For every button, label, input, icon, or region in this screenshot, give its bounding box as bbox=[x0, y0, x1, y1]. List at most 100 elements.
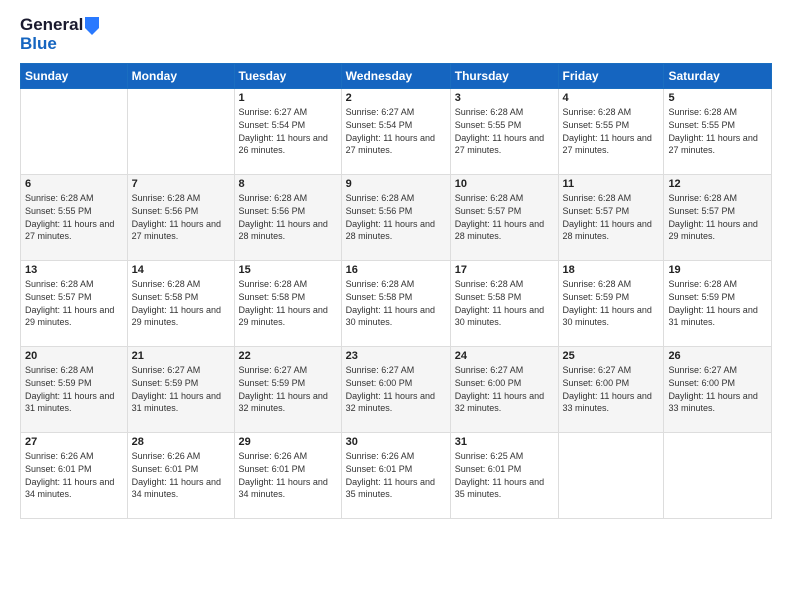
day-cell: 25 Sunrise: 6:27 AM Sunset: 6:00 PM Dayli… bbox=[558, 347, 664, 433]
day-cell: 29Sunrise: 6:26 AM Sunset: 6:01 PM Dayli… bbox=[234, 433, 341, 519]
day-cell bbox=[21, 89, 128, 175]
day-info: Sunrise: 6:28 AM Sunset: 5:55 PM Dayligh… bbox=[25, 192, 123, 242]
day-info: Sunrise: 6:28 AM Sunset: 5:56 PM Dayligh… bbox=[132, 192, 230, 242]
day-info: Sunrise: 6:28 AM Sunset: 5:59 PM Dayligh… bbox=[668, 278, 767, 328]
day-number: 26 bbox=[668, 350, 767, 362]
day-cell: 1 Sunrise: 6:27 AM Sunset: 5:54 PM Daylig… bbox=[234, 89, 341, 175]
day-cell bbox=[664, 433, 772, 519]
day-info: Sunrise: 6:27 AM Sunset: 5:54 PM Dayligh… bbox=[239, 106, 337, 156]
day-cell: 11 Sunrise: 6:28 AM Sunset: 5:57 PM Dayli… bbox=[558, 175, 664, 261]
day-cell: 10 Sunrise: 6:28 AM Sunset: 5:57 PM Dayli… bbox=[450, 175, 558, 261]
day-number: 2 bbox=[346, 92, 446, 104]
day-number: 13 bbox=[25, 264, 123, 276]
day-info: Sunrise: 6:27 AM Sunset: 6:00 PM Dayligh… bbox=[346, 364, 446, 414]
day-number: 22 bbox=[239, 350, 337, 362]
logo: General Blue bbox=[20, 16, 99, 53]
day-number: 31 bbox=[455, 436, 554, 448]
day-cell: 6Sunrise: 6:28 AM Sunset: 5:55 PM Daylig… bbox=[21, 175, 128, 261]
day-cell: 9 Sunrise: 6:28 AM Sunset: 5:56 PM Daylig… bbox=[341, 175, 450, 261]
day-info: Sunrise: 6:26 AM Sunset: 6:01 PM Dayligh… bbox=[132, 450, 230, 500]
day-info: Sunrise: 6:28 AM Sunset: 5:58 PM Dayligh… bbox=[346, 278, 446, 328]
logo-text-block: General Blue bbox=[20, 16, 99, 53]
logo-line2: Blue bbox=[20, 35, 99, 54]
day-info: Sunrise: 6:27 AM Sunset: 6:00 PM Dayligh… bbox=[668, 364, 767, 414]
day-number: 18 bbox=[563, 264, 660, 276]
day-number: 7 bbox=[132, 178, 230, 190]
day-cell: 12 Sunrise: 6:28 AM Sunset: 5:57 PM Dayli… bbox=[664, 175, 772, 261]
week-row-3: 13Sunrise: 6:28 AM Sunset: 5:57 PM Dayli… bbox=[21, 261, 772, 347]
day-info: Sunrise: 6:28 AM Sunset: 5:57 PM Dayligh… bbox=[668, 192, 767, 242]
day-number: 4 bbox=[563, 92, 660, 104]
day-info: Sunrise: 6:27 AM Sunset: 5:59 PM Dayligh… bbox=[132, 364, 230, 414]
day-number: 24 bbox=[455, 350, 554, 362]
day-cell: 4 Sunrise: 6:28 AM Sunset: 5:55 PM Daylig… bbox=[558, 89, 664, 175]
day-info: Sunrise: 6:28 AM Sunset: 5:55 PM Dayligh… bbox=[455, 106, 554, 156]
day-cell bbox=[127, 89, 234, 175]
day-info: Sunrise: 6:26 AM Sunset: 6:01 PM Dayligh… bbox=[25, 450, 123, 500]
week-row-4: 20 Sunrise: 6:28 AM Sunset: 5:59 PM Dayli… bbox=[21, 347, 772, 433]
logo-triangle-icon bbox=[85, 17, 99, 35]
day-info: Sunrise: 6:28 AM Sunset: 5:55 PM Dayligh… bbox=[563, 106, 660, 156]
col-header-sunday: Sunday bbox=[21, 64, 128, 89]
day-cell: 3Sunrise: 6:28 AM Sunset: 5:55 PM Daylig… bbox=[450, 89, 558, 175]
day-number: 10 bbox=[455, 178, 554, 190]
page: General Blue SundayMondayTuesdayWednesda… bbox=[0, 0, 792, 612]
day-info: Sunrise: 6:28 AM Sunset: 5:57 PM Dayligh… bbox=[563, 192, 660, 242]
day-cell: 31 Sunrise: 6:25 AM Sunset: 6:01 PM Dayli… bbox=[450, 433, 558, 519]
day-info: Sunrise: 6:27 AM Sunset: 5:54 PM Dayligh… bbox=[346, 106, 446, 156]
day-cell: 30Sunrise: 6:26 AM Sunset: 6:01 PM Dayli… bbox=[341, 433, 450, 519]
day-info: Sunrise: 6:28 AM Sunset: 5:59 PM Dayligh… bbox=[563, 278, 660, 328]
day-info: Sunrise: 6:27 AM Sunset: 6:00 PM Dayligh… bbox=[455, 364, 554, 414]
day-info: Sunrise: 6:28 AM Sunset: 5:57 PM Dayligh… bbox=[455, 192, 554, 242]
col-header-friday: Friday bbox=[558, 64, 664, 89]
day-cell: 13Sunrise: 6:28 AM Sunset: 5:57 PM Dayli… bbox=[21, 261, 128, 347]
day-info: Sunrise: 6:27 AM Sunset: 5:59 PM Dayligh… bbox=[239, 364, 337, 414]
day-info: Sunrise: 6:26 AM Sunset: 6:01 PM Dayligh… bbox=[239, 450, 337, 500]
col-header-tuesday: Tuesday bbox=[234, 64, 341, 89]
day-cell: 22 Sunrise: 6:27 AM Sunset: 5:59 PM Dayli… bbox=[234, 347, 341, 433]
day-number: 1 bbox=[239, 92, 337, 104]
day-cell: 7 Sunrise: 6:28 AM Sunset: 5:56 PM Daylig… bbox=[127, 175, 234, 261]
logo-content: General Blue bbox=[20, 16, 99, 53]
day-cell: 16Sunrise: 6:28 AM Sunset: 5:58 PM Dayli… bbox=[341, 261, 450, 347]
day-cell: 5 Sunrise: 6:28 AM Sunset: 5:55 PM Daylig… bbox=[664, 89, 772, 175]
col-header-monday: Monday bbox=[127, 64, 234, 89]
day-cell: 18 Sunrise: 6:28 AM Sunset: 5:59 PM Dayli… bbox=[558, 261, 664, 347]
day-number: 23 bbox=[346, 350, 446, 362]
day-number: 5 bbox=[668, 92, 767, 104]
week-row-1: 1 Sunrise: 6:27 AM Sunset: 5:54 PM Daylig… bbox=[21, 89, 772, 175]
day-number: 9 bbox=[346, 178, 446, 190]
day-number: 21 bbox=[132, 350, 230, 362]
day-info: Sunrise: 6:28 AM Sunset: 5:58 PM Dayligh… bbox=[455, 278, 554, 328]
day-info: Sunrise: 6:27 AM Sunset: 6:00 PM Dayligh… bbox=[563, 364, 660, 414]
day-number: 12 bbox=[668, 178, 767, 190]
day-cell: 27Sunrise: 6:26 AM Sunset: 6:01 PM Dayli… bbox=[21, 433, 128, 519]
day-number: 20 bbox=[25, 350, 123, 362]
day-cell: 14Sunrise: 6:28 AM Sunset: 5:58 PM Dayli… bbox=[127, 261, 234, 347]
col-header-saturday: Saturday bbox=[664, 64, 772, 89]
calendar: SundayMondayTuesdayWednesdayThursdayFrid… bbox=[20, 63, 772, 519]
day-number: 30 bbox=[346, 436, 446, 448]
day-cell: 21 Sunrise: 6:27 AM Sunset: 5:59 PM Dayli… bbox=[127, 347, 234, 433]
logo-line1: General bbox=[20, 16, 99, 35]
day-cell: 17 Sunrise: 6:28 AM Sunset: 5:58 PM Dayli… bbox=[450, 261, 558, 347]
week-row-5: 27Sunrise: 6:26 AM Sunset: 6:01 PM Dayli… bbox=[21, 433, 772, 519]
day-number: 25 bbox=[563, 350, 660, 362]
day-info: Sunrise: 6:28 AM Sunset: 5:55 PM Dayligh… bbox=[668, 106, 767, 156]
day-info: Sunrise: 6:28 AM Sunset: 5:58 PM Dayligh… bbox=[132, 278, 230, 328]
day-cell: 19Sunrise: 6:28 AM Sunset: 5:59 PM Dayli… bbox=[664, 261, 772, 347]
day-cell: 23 Sunrise: 6:27 AM Sunset: 6:00 PM Dayli… bbox=[341, 347, 450, 433]
day-info: Sunrise: 6:28 AM Sunset: 5:58 PM Dayligh… bbox=[239, 278, 337, 328]
day-number: 11 bbox=[563, 178, 660, 190]
day-number: 17 bbox=[455, 264, 554, 276]
day-cell: 8Sunrise: 6:28 AM Sunset: 5:56 PM Daylig… bbox=[234, 175, 341, 261]
col-header-thursday: Thursday bbox=[450, 64, 558, 89]
day-number: 15 bbox=[239, 264, 337, 276]
day-info: Sunrise: 6:25 AM Sunset: 6:01 PM Dayligh… bbox=[455, 450, 554, 500]
day-cell bbox=[558, 433, 664, 519]
day-info: Sunrise: 6:28 AM Sunset: 5:59 PM Dayligh… bbox=[25, 364, 123, 414]
day-number: 8 bbox=[239, 178, 337, 190]
day-info: Sunrise: 6:28 AM Sunset: 5:56 PM Dayligh… bbox=[346, 192, 446, 242]
day-cell: 28Sunrise: 6:26 AM Sunset: 6:01 PM Dayli… bbox=[127, 433, 234, 519]
day-cell: 24 Sunrise: 6:27 AM Sunset: 6:00 PM Dayli… bbox=[450, 347, 558, 433]
